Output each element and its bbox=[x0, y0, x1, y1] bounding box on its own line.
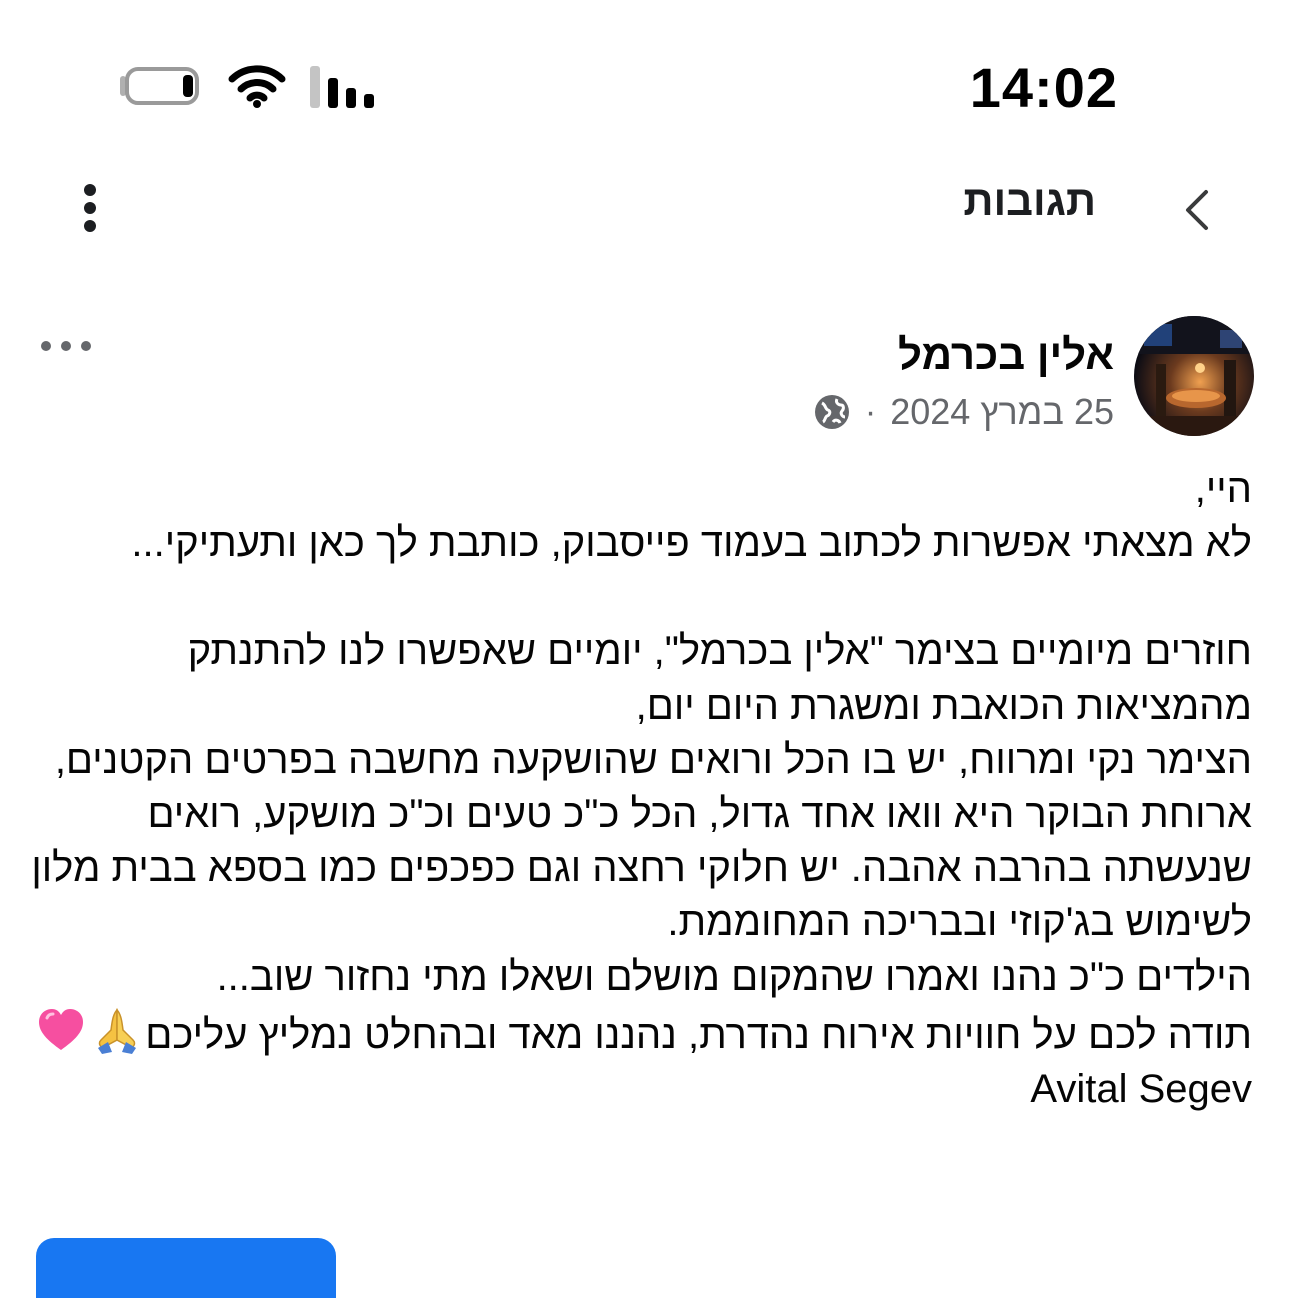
avatar[interactable] bbox=[1134, 316, 1254, 436]
post-line-with-emoji: תודה לכם על חוויות אירוח נהדרת, נהננו מא… bbox=[22, 1004, 1252, 1062]
chevron-right-icon[interactable] bbox=[1170, 178, 1222, 238]
horizontal-dots-icon[interactable] bbox=[36, 328, 96, 364]
vertical-dots-icon[interactable] bbox=[70, 178, 110, 238]
post-line: לא מצאתי אפשרות לכתוב בעמוד פייסבוק, כות… bbox=[131, 521, 1252, 566]
post-line: תודה לכם על חוויות אירוח נהדרת, נהננו מא… bbox=[145, 1012, 1252, 1057]
avatar-photo bbox=[1134, 316, 1254, 436]
pink-heart-emoji bbox=[39, 1008, 84, 1050]
post-line: הילדים כ"כ נהנו ואמרו שהמקום מושלם ושאלו… bbox=[216, 954, 1252, 999]
battery-icon bbox=[120, 67, 199, 105]
page-title: תגובות bbox=[963, 177, 1096, 224]
post-meta: 25 במרץ 2024 · bbox=[813, 388, 1114, 436]
post-line: הצימר נקי ומרווח, יש בו הכל ורואים שהושק… bbox=[20, 737, 1252, 945]
cellular-signal-icon bbox=[310, 66, 374, 108]
author-name[interactable]: אלין בכרמל bbox=[898, 328, 1114, 382]
post-date[interactable]: 25 במרץ 2024 bbox=[890, 391, 1114, 433]
post-line: היי, bbox=[1194, 467, 1252, 511]
post-line: חוזרים מיומיים בצימר "אלין בכרמל", יומיי… bbox=[176, 629, 1252, 728]
post-signature: Avital Segev bbox=[1030, 1067, 1252, 1112]
folded-hands-emoji bbox=[98, 1008, 137, 1054]
wifi-icon bbox=[228, 65, 286, 108]
status-bar: 14:02 bbox=[0, 0, 1290, 140]
comments-header: תגובות bbox=[0, 150, 1290, 270]
status-time: 14:02 bbox=[969, 56, 1118, 119]
meta-separator: · bbox=[864, 392, 877, 431]
primary-action-button[interactable] bbox=[36, 1238, 336, 1298]
post-text: היי, לא מצאתי אפשרות לכתוב בעמוד פייסבוק… bbox=[22, 462, 1252, 1116]
globe-icon bbox=[814, 395, 849, 429]
post-line-spacer bbox=[22, 570, 1252, 624]
